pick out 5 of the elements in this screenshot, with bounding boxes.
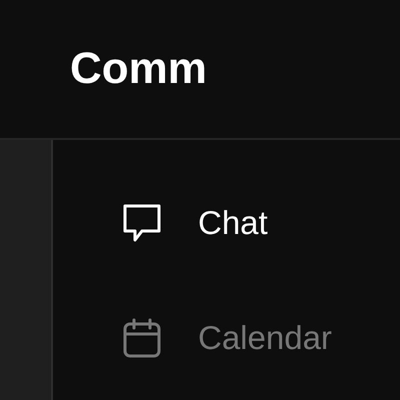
nav-item[interactable]: Chat: [122, 203, 268, 243]
nav-item[interactable]: Calendar: [122, 318, 332, 358]
app-title: Comm: [70, 44, 207, 94]
calendar-icon: [122, 318, 162, 358]
chat-icon: [122, 203, 162, 243]
